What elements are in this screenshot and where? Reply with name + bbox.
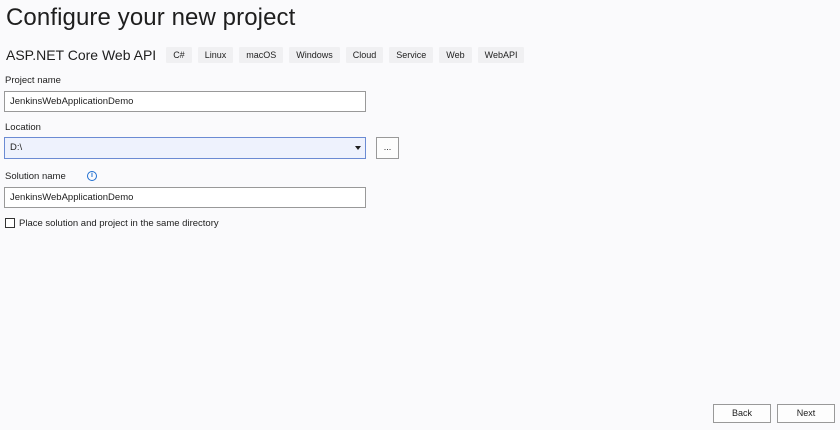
info-icon[interactable]: i xyxy=(87,171,97,181)
tag-cloud: Cloud xyxy=(345,47,384,63)
tag-webapi: WebAPI xyxy=(477,47,525,63)
location-value: D:\ xyxy=(10,142,23,153)
tag-linux: Linux xyxy=(197,47,234,63)
tag-windows: Windows xyxy=(289,47,340,63)
solution-name-label: Solution name xyxy=(5,171,66,182)
location-label: Location xyxy=(5,122,41,133)
chevron-down-icon xyxy=(355,146,361,150)
back-button[interactable]: Back xyxy=(713,404,771,423)
project-name-label: Project name xyxy=(5,75,61,86)
tag-macos: macOS xyxy=(239,47,284,63)
tag-web: Web xyxy=(439,47,472,63)
solution-name-input[interactable]: JenkinsWebApplicationDemo xyxy=(4,187,366,208)
page-title: Configure your new project xyxy=(6,4,296,31)
template-name: ASP.NET Core Web API xyxy=(6,47,157,63)
template-header: ASP.NET Core Web API C# Linux macOS Wind… xyxy=(6,46,530,64)
tag-csharp: C# xyxy=(166,47,192,63)
browse-button[interactable]: ... xyxy=(376,137,399,159)
location-dropdown[interactable]: D:\ xyxy=(4,137,366,159)
same-directory-checkbox[interactable] xyxy=(5,218,15,228)
project-name-input[interactable]: JenkinsWebApplicationDemo xyxy=(4,91,366,112)
tag-service: Service xyxy=(389,47,434,63)
next-button[interactable]: Next xyxy=(777,404,835,423)
same-directory-label[interactable]: Place solution and project in the same d… xyxy=(19,218,219,229)
